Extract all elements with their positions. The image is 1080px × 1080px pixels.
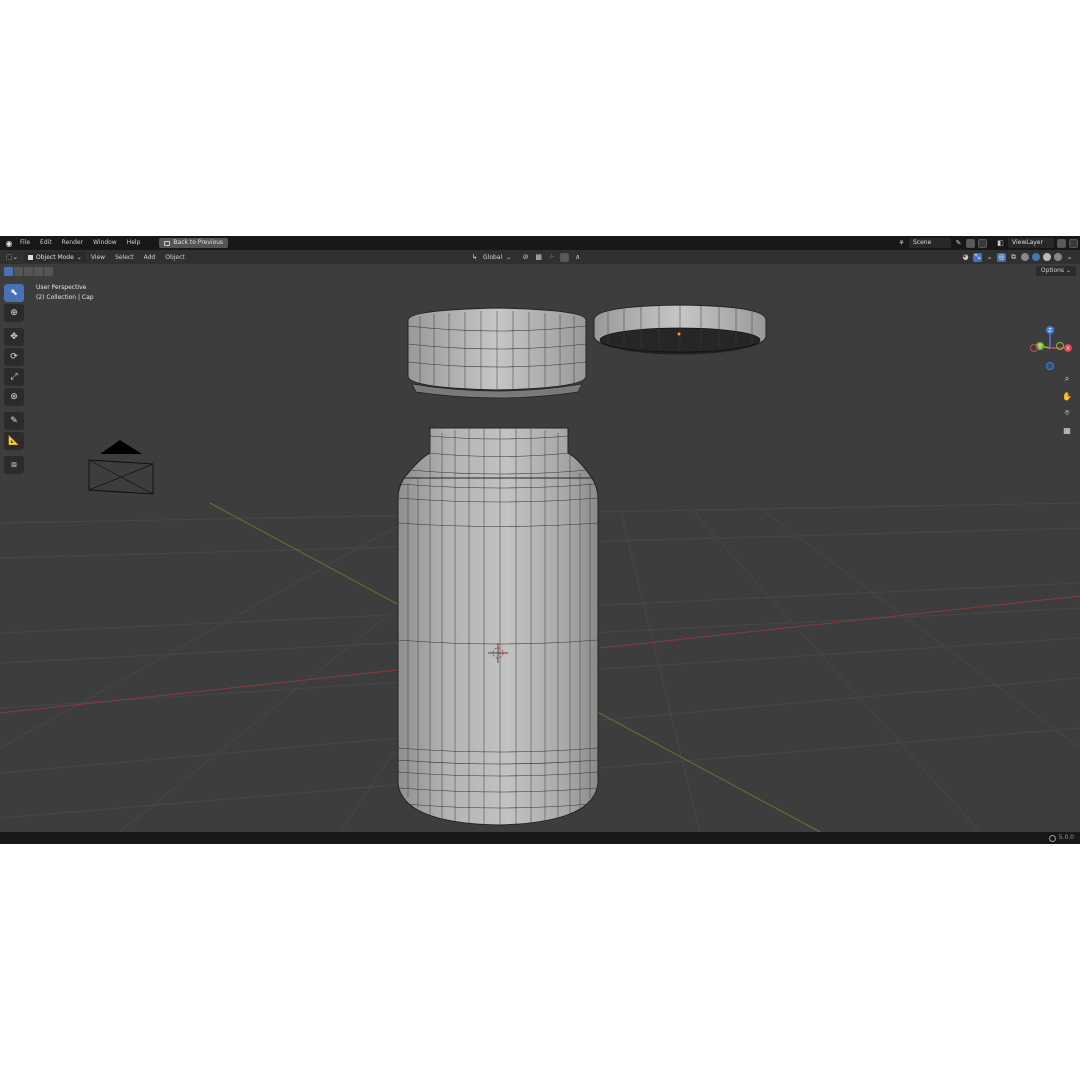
delete-view-layer-icon[interactable] (1069, 238, 1078, 248)
delete-scene-icon[interactable] (978, 238, 987, 248)
blender-logo-icon[interactable]: ◉ (3, 237, 15, 249)
move-tool-icon[interactable]: ✥ (4, 328, 24, 346)
mode-dropdown[interactable]: Object Mode ⌄ (24, 252, 86, 262)
mode-label: Object Mode (36, 253, 74, 261)
transform-tool-icon[interactable]: ⊛ (4, 388, 24, 406)
select-box-tool-icon[interactable]: ⬉ (4, 284, 24, 302)
rendered-shading-icon[interactable] (1054, 253, 1062, 261)
options-label: Options (1040, 267, 1065, 274)
bottle-mesh[interactable] (397, 427, 599, 826)
snap-target-icon[interactable]: ⁘ (547, 253, 556, 262)
overlay-dropdown-icon[interactable]: ⌄ (985, 253, 994, 262)
menu-object[interactable]: Object (160, 254, 190, 261)
select-invert-icon[interactable] (34, 266, 43, 276)
menu-window[interactable]: Window (88, 236, 122, 250)
gizmo-toggle-icon[interactable]: ⤡ (973, 252, 982, 262)
shading-dropdown-icon[interactable]: ⌄ (1065, 253, 1074, 262)
add-cube-tool-icon[interactable]: ⧈ (4, 456, 24, 474)
top-right-controls: ⚘ Scene ✎ ◧ ViewLayer (897, 236, 1080, 250)
view-layer-field[interactable]: ViewLayer (1008, 238, 1054, 248)
view-layer-name: ViewLayer (1012, 239, 1043, 246)
scene-icon[interactable]: ⚘ (897, 239, 906, 248)
proportional-edit-icon[interactable] (560, 252, 570, 262)
wireframe-shading-icon[interactable] (1021, 253, 1029, 261)
back-icon (164, 240, 171, 246)
back-to-previous-button[interactable]: Back to Previous (159, 238, 229, 248)
select-extend-icon[interactable] (14, 266, 23, 276)
perspective-label: User Perspective (36, 284, 87, 291)
editor-type-icon[interactable]: ⬚⌄ (4, 252, 20, 262)
menu-help[interactable]: Help (122, 236, 146, 250)
transform-controls: ↳ Global ⌄ ⊘ ▩ ⁘ ∧ (470, 250, 582, 264)
floating-cap-selected[interactable] (593, 304, 767, 355)
blender-window: ◉ File Edit Render Window Help Back to P… (0, 236, 1080, 844)
left-toolbar: ⬉ ⊕ ✥ ⟳ ⤢ ⊛ ✎ 📐 ⧈ (4, 284, 24, 476)
camera-view-icon[interactable]: ⌾ (1060, 406, 1074, 420)
pivot-icon[interactable]: ⊘ (521, 253, 530, 262)
top-menu-bar: ◉ File Edit Render Window Help Back to P… (0, 236, 1080, 250)
menu-add[interactable]: Add (139, 254, 161, 261)
rotate-tool-icon[interactable]: ⟳ (4, 348, 24, 366)
viewport-scene (0, 304, 1080, 832)
visibility-icon[interactable]: ◕ (961, 253, 970, 262)
pin-icon[interactable]: ✎ (954, 239, 963, 248)
select-intersect-icon[interactable] (44, 266, 53, 276)
navigation-buttons: ⌕ ✋ ⌾ ▦ (1060, 372, 1074, 437)
select-subtract-icon[interactable] (24, 266, 33, 276)
perspective-toggle-icon[interactable]: ▦ (1060, 423, 1074, 437)
select-mode-group (4, 266, 53, 276)
navigation-gizmo[interactable]: Z X Y (1026, 322, 1076, 372)
solid-shading-icon[interactable] (1032, 253, 1040, 261)
tool-settings-bar: Options ⌄ (0, 264, 1080, 278)
zoom-icon[interactable]: ⌕ (1060, 372, 1074, 386)
snap-icon[interactable]: ▩ (534, 253, 543, 262)
collection-label: (2) Collection | Cap (36, 294, 94, 301)
pan-hand-icon[interactable]: ✋ (1060, 389, 1074, 403)
orientation-icon: ↳ (471, 253, 478, 261)
material-shading-icon[interactable] (1043, 253, 1051, 261)
viewport-header: ⬚⌄ Object Mode ⌄ View Select Add Object … (0, 250, 1080, 264)
menu-select[interactable]: Select (110, 254, 139, 261)
falloff-icon[interactable]: ∧ (573, 253, 582, 262)
measure-tool-icon[interactable]: 📐 (4, 432, 24, 450)
scene-name: Scene (913, 239, 932, 246)
menu-view[interactable]: View (86, 254, 110, 261)
camera-object[interactable] (88, 440, 154, 495)
cap-on-bottle[interactable] (407, 307, 587, 399)
overlays-icon[interactable]: ◎ (997, 252, 1006, 262)
new-scene-icon[interactable] (966, 238, 975, 248)
chevron-down-icon: ⌄ (76, 253, 82, 261)
version-label: 5.0.0 (1058, 834, 1074, 841)
version-info: 5.0.0 (1048, 832, 1074, 844)
back-to-previous-label: Back to Previous (173, 239, 224, 246)
menu-file[interactable]: File (15, 236, 35, 250)
scale-tool-icon[interactable]: ⤢ (4, 368, 24, 386)
3d-viewport[interactable]: User Perspective (2) Collection | Cap Z … (0, 278, 1080, 832)
cursor-tool-icon[interactable]: ⊕ (4, 304, 24, 322)
object-mode-icon (28, 254, 33, 260)
new-view-layer-icon[interactable] (1057, 238, 1066, 248)
view-layer-icon[interactable]: ◧ (996, 239, 1005, 248)
menu-render[interactable]: Render (57, 236, 88, 250)
select-new-icon[interactable] (4, 266, 13, 276)
gizmo-x-label: X (1066, 346, 1070, 352)
viewport-display-controls: ◕ ⤡ ⌄ ◎ ⧉ ⌄ (961, 250, 1074, 264)
options-dropdown[interactable]: Options ⌄ (1035, 266, 1076, 276)
orientation-dropdown[interactable]: Global (483, 254, 502, 261)
scene-field[interactable]: Scene (909, 238, 951, 248)
globe-icon (1048, 834, 1056, 842)
xray-icon[interactable]: ⧉ (1009, 253, 1018, 262)
gizmo-z-label: Z (1048, 328, 1052, 334)
status-bar: 5.0.0 (0, 832, 1080, 844)
menu-edit[interactable]: Edit (35, 236, 57, 250)
annotate-tool-icon[interactable]: ✎ (4, 412, 24, 430)
chevron-down-icon: ⌄ (506, 253, 512, 261)
